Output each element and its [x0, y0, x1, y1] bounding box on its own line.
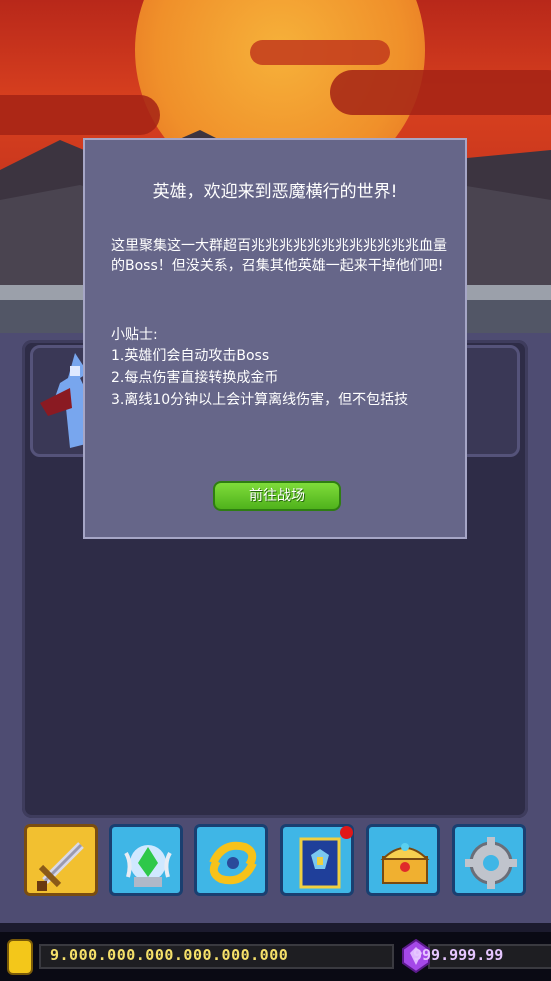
tab-crystal[interactable]: [109, 824, 183, 896]
gem-amount: 999.999.99: [413, 946, 504, 964]
gold-coin-icon: [7, 939, 33, 975]
tab-treasure[interactable]: [366, 824, 440, 896]
treasure-chest-icon: [380, 843, 430, 884]
tab-settings[interactable]: [452, 824, 526, 896]
gear-icon: [465, 837, 517, 889]
welcome-dialog: 英雄，欢迎来到恶魔横行的世界! 这里聚集这一大群超百兆兆兆兆兆兆兆兆兆兆兆兆血量…: [83, 138, 467, 539]
tip-2: 2.每点伤害直接转换成金币: [111, 370, 279, 386]
crystal-orb-icon: [124, 845, 172, 887]
tab-skill[interactable]: [194, 824, 268, 896]
tip-1: 1.英雄们会自动攻击Boss: [111, 348, 270, 364]
notification-badge: [340, 826, 353, 839]
tip-3: 3.离线10分钟以上会计算离线伤害，但不包括技: [111, 392, 409, 408]
tips-title: 小贴士:: [111, 327, 158, 343]
swirl-icon: [209, 841, 257, 885]
dialog-title: 英雄，欢迎来到恶魔横行的世界!: [152, 182, 398, 202]
dialog-intro-text: 这里聚集这一大群超百兆兆兆兆兆兆兆兆兆兆兆兆血量的Boss！但没关系，召集其他英…: [111, 238, 447, 274]
tab-weapon[interactable]: [24, 824, 98, 896]
go-to-battle-button[interactable]: 前往战场: [213, 481, 341, 511]
sword-icon: [37, 842, 84, 891]
gold-amount: 9.000.000.000.000.000.000: [50, 946, 289, 964]
spellbook-icon: [299, 837, 341, 889]
